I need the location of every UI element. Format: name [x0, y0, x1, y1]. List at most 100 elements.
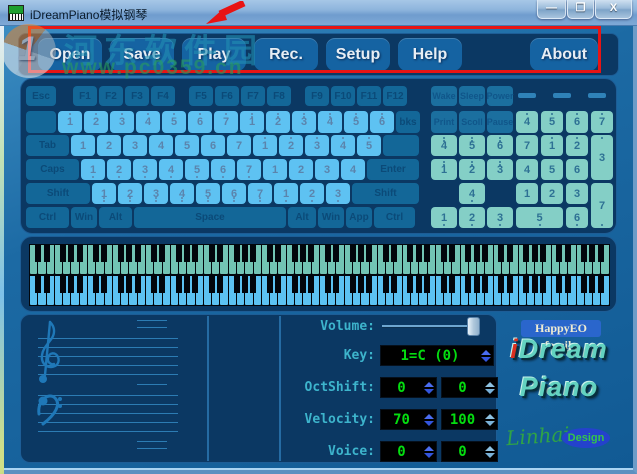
piano-black-key[interactable]	[250, 245, 257, 262]
key-blank[interactable]	[383, 135, 419, 156]
key-note-5[interactable]: 5	[344, 111, 368, 133]
spinner[interactable]	[483, 378, 497, 397]
key-Print[interactable]: Print	[431, 111, 457, 133]
key-note-3[interactable]: 3	[144, 183, 168, 204]
key-note-3[interactable]: 3	[487, 159, 513, 180]
piano-black-key[interactable]	[233, 276, 240, 293]
key-note-6[interactable]: 6	[188, 111, 212, 133]
piano-black-key[interactable]	[151, 245, 158, 262]
key-Power[interactable]: Power	[487, 86, 514, 106]
piano-black-key[interactable]	[291, 245, 298, 262]
key-F5[interactable]: F5	[189, 86, 213, 106]
piano-black-key[interactable]	[564, 276, 571, 293]
piano-black-key[interactable]	[597, 276, 604, 293]
piano-black-key[interactable]	[481, 276, 488, 293]
spinner[interactable]	[422, 442, 436, 461]
piano-black-key[interactable]	[60, 245, 67, 262]
piano-black-key[interactable]	[589, 276, 596, 293]
key-note-2[interactable]: 2	[459, 207, 485, 228]
piano-black-key[interactable]	[192, 276, 199, 293]
key-note-4[interactable]: 4	[149, 135, 173, 156]
key-note-1[interactable]: 1	[253, 135, 277, 156]
key-note-1[interactable]: 1	[431, 207, 457, 228]
key-Pause[interactable]: Pause	[487, 111, 513, 133]
piano-black-key[interactable]	[581, 245, 588, 262]
piano-black-key[interactable]	[151, 276, 158, 293]
key-F11[interactable]: F11	[357, 86, 381, 106]
key-note-2[interactable]: 2	[279, 135, 303, 156]
piano-black-key[interactable]	[93, 245, 100, 262]
key-note-6[interactable]: 6	[566, 159, 588, 180]
piano-black-key[interactable]	[217, 245, 224, 262]
piano-black-key[interactable]	[126, 276, 133, 293]
piano-black-key[interactable]	[581, 276, 588, 293]
key-note-5[interactable]: 5	[196, 183, 220, 204]
key-note-7[interactable]: 7	[516, 135, 538, 156]
key-note-7[interactable]: 7	[248, 183, 272, 204]
key-note-6[interactable]: 6	[487, 135, 513, 156]
key-note-3[interactable]: 3	[566, 183, 588, 204]
key-Alt[interactable]: Alt	[99, 207, 132, 228]
key-note-4[interactable]: 4	[170, 183, 194, 204]
spinner[interactable]	[422, 378, 436, 397]
key-F7[interactable]: F7	[241, 86, 265, 106]
spinner[interactable]	[422, 410, 436, 429]
piano-black-key[interactable]	[68, 245, 75, 262]
key-note-4[interactable]: 4	[516, 159, 538, 180]
key-Shift[interactable]: Shift	[352, 183, 419, 204]
piano-black-key[interactable]	[242, 276, 249, 293]
volume-slider-track[interactable]	[382, 325, 474, 328]
key-note-3[interactable]: 3	[326, 183, 350, 204]
key-Scoll[interactable]: Scoll	[459, 111, 485, 133]
piano-black-key[interactable]	[523, 276, 530, 293]
key-note-5[interactable]: 5	[541, 159, 563, 180]
key-note-6[interactable]: 6	[201, 135, 225, 156]
piano-black-key[interactable]	[275, 245, 282, 262]
piano-black-key[interactable]	[424, 245, 431, 262]
key-F1[interactable]: F1	[73, 86, 97, 106]
piano-black-key[interactable]	[266, 276, 273, 293]
piano-black-key[interactable]	[424, 276, 431, 293]
piano-black-key[interactable]	[175, 245, 182, 262]
key-Ctrl[interactable]: Ctrl	[374, 207, 415, 228]
piano-black-key[interactable]	[333, 276, 340, 293]
piano-black-key[interactable]	[299, 245, 306, 262]
piano-black-key[interactable]	[407, 276, 414, 293]
key-note-7[interactable]: 7	[591, 183, 613, 228]
key-Sleep[interactable]: Sleep	[459, 86, 485, 106]
key-note-3[interactable]: 3	[123, 135, 147, 156]
piano-black-key[interactable]	[382, 276, 389, 293]
key-note-1[interactable]: 1	[541, 135, 563, 156]
key-note-6[interactable]: 6	[370, 111, 394, 133]
piano-black-key[interactable]	[117, 276, 124, 293]
piano-black-key[interactable]	[531, 245, 538, 262]
key-Caps[interactable]: Caps	[26, 159, 79, 180]
key-note-1[interactable]: 1	[263, 159, 287, 180]
key-note-1[interactable]: 1	[274, 183, 298, 204]
key-F4[interactable]: F4	[151, 86, 175, 106]
piano-black-key[interactable]	[407, 245, 414, 262]
key-blank[interactable]	[26, 111, 56, 133]
piano-black-key[interactable]	[382, 245, 389, 262]
key-App[interactable]: App	[346, 207, 372, 228]
key-note-2[interactable]: 2	[459, 159, 485, 180]
key-F12[interactable]: F12	[383, 86, 407, 106]
piano-black-key[interactable]	[117, 245, 124, 262]
piano-black-key[interactable]	[76, 276, 83, 293]
menu-button-setup[interactable]: Setup	[326, 38, 390, 71]
key-note-5[interactable]: 5	[516, 207, 563, 228]
piano-black-key[interactable]	[357, 276, 364, 293]
key-F6[interactable]: F6	[215, 86, 239, 106]
piano-black-key[interactable]	[299, 276, 306, 293]
key-note-7[interactable]: 7	[214, 111, 238, 133]
volume-slider-thumb[interactable]	[467, 317, 480, 336]
key-note-1[interactable]: 1	[71, 135, 95, 156]
key-note-2[interactable]: 2	[566, 135, 588, 156]
piano-black-key[interactable]	[308, 245, 315, 262]
piano-black-key[interactable]	[324, 276, 331, 293]
spinner[interactable]	[483, 410, 497, 429]
piano-black-key[interactable]	[349, 245, 356, 262]
piano-black-key[interactable]	[275, 276, 282, 293]
key-note-1[interactable]: 1	[81, 159, 105, 180]
piano-black-key[interactable]	[43, 276, 50, 293]
